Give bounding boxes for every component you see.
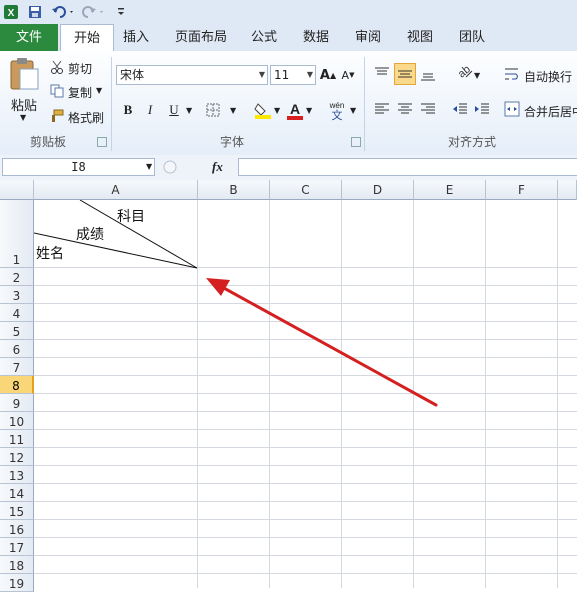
tab-home[interactable]: 开始 [60,24,114,53]
increase-indent-icon[interactable] [474,102,490,116]
formula-bar-grip-icon[interactable] [162,159,182,175]
customize-icon[interactable] [114,3,128,21]
quick-access-toolbar: X [0,0,577,24]
cut-icon[interactable] [50,60,64,74]
align-middle-icon[interactable] [394,63,416,85]
bold-button[interactable]: B [118,100,138,120]
align-left-icon[interactable] [374,102,390,116]
tab-team[interactable]: 团队 [454,24,490,51]
phonetic-dropdown-icon[interactable]: ▼ [350,106,356,115]
copy-icon[interactable] [50,84,64,98]
tab-formulas[interactable]: 公式 [246,24,282,51]
font-launcher-icon[interactable] [351,137,361,147]
shrink-font-icon[interactable]: A ▼ [338,65,358,85]
clipboard-group-label: 剪贴板 [29,135,66,149]
format-painter-icon[interactable] [50,109,64,123]
formula-bar: I8 ▼ fx [0,155,577,181]
wrap-text-button[interactable]: 自动换行 [524,68,572,85]
grow-font-icon[interactable]: A ▲ [318,65,338,85]
save-icon[interactable] [26,3,44,21]
font-name-value: 宋体 [120,68,145,82]
tab-view[interactable]: 视图 [402,24,438,51]
underline-dropdown-icon[interactable]: ▼ [186,106,192,115]
tab-review[interactable]: 审阅 [350,24,386,51]
font-size-value: 11 [274,68,290,82]
copy-button[interactable]: 复制 [68,84,92,101]
ribbon: 粘贴 ▼ 剪切 复制 ▼ 格式刷 剪贴板 宋体 ▼ 11 ▼ A ▲ A ▼ B I… [0,51,577,156]
cut-button[interactable]: 剪切 [68,60,92,77]
svg-text:X: X [8,8,15,19]
redo-icon[interactable] [80,3,106,21]
decrease-indent-icon[interactable] [452,102,468,116]
font-group-label: 字体 [219,135,244,149]
align-right-icon[interactable] [420,102,436,116]
fill-color-icon[interactable] [254,101,272,119]
name-box[interactable]: I8 [2,158,155,176]
orientation-icon[interactable]: ab [452,63,474,83]
alignment-group-label: 对齐方式 [447,135,496,149]
align-bottom-icon[interactable] [420,67,436,81]
excel-icon: X [2,3,20,21]
paste-dropdown-icon[interactable]: ▼ [20,113,26,122]
red-arrow-icon [206,278,438,407]
clipboard-launcher-icon[interactable] [97,137,107,147]
copy-dropdown-icon[interactable]: ▼ [96,86,102,95]
fill-color-dropdown-icon[interactable]: ▼ [274,106,280,115]
font-color-icon[interactable]: A [286,100,304,120]
italic-button[interactable]: I [140,100,160,120]
merge-center-icon[interactable] [504,101,520,117]
tab-page-layout[interactable]: 页面布局 [170,24,232,51]
merge-center-button[interactable]: 合并后居中 [524,103,577,120]
divider [111,57,112,151]
tab-insert[interactable]: 插入 [118,24,154,51]
chevron-down-icon[interactable]: ▼ [307,66,313,84]
tab-data[interactable]: 数据 [298,24,334,51]
chevron-down-icon[interactable]: ▼ [259,66,265,84]
font-size-combo[interactable]: 11 ▼ [270,65,316,85]
formula-input[interactable] [238,158,577,176]
orientation-dropdown-icon[interactable]: ▼ [474,71,480,80]
insert-function-icon[interactable]: fx [212,159,223,175]
phonetic-icon[interactable]: wén 文 [326,99,348,122]
borders-icon[interactable] [206,103,220,117]
chevron-down-icon[interactable]: ▼ [146,162,152,171]
tab-file[interactable]: 文件 [0,24,58,51]
align-center-icon[interactable] [397,102,413,116]
format-painter-button[interactable]: 格式刷 [68,109,104,126]
svg-text:文: 文 [332,108,343,121]
font-name-combo[interactable]: 宋体 ▼ [116,65,268,85]
paste-button[interactable]: 粘贴 [11,95,37,114]
align-top-icon[interactable] [374,67,390,81]
font-color-dropdown-icon[interactable]: ▼ [306,106,312,115]
undo-icon[interactable] [50,3,76,21]
paste-icon[interactable] [8,57,40,91]
underline-button[interactable]: U [164,100,184,120]
ribbon-tabs: 文件 开始 插入 页面布局 公式 数据 审阅 视图 团队 [0,24,577,53]
wrap-text-icon[interactable] [504,66,520,82]
svg-text:A: A [290,101,300,117]
divider [364,57,365,151]
spreadsheet-grid[interactable]: ABCDEF 1 2 3 4 5 6 7 8 9 10 11 12 13 14 15 16 17 18 19 科目 … [0,180,577,592]
borders-dropdown-icon[interactable]: ▼ [230,106,236,115]
